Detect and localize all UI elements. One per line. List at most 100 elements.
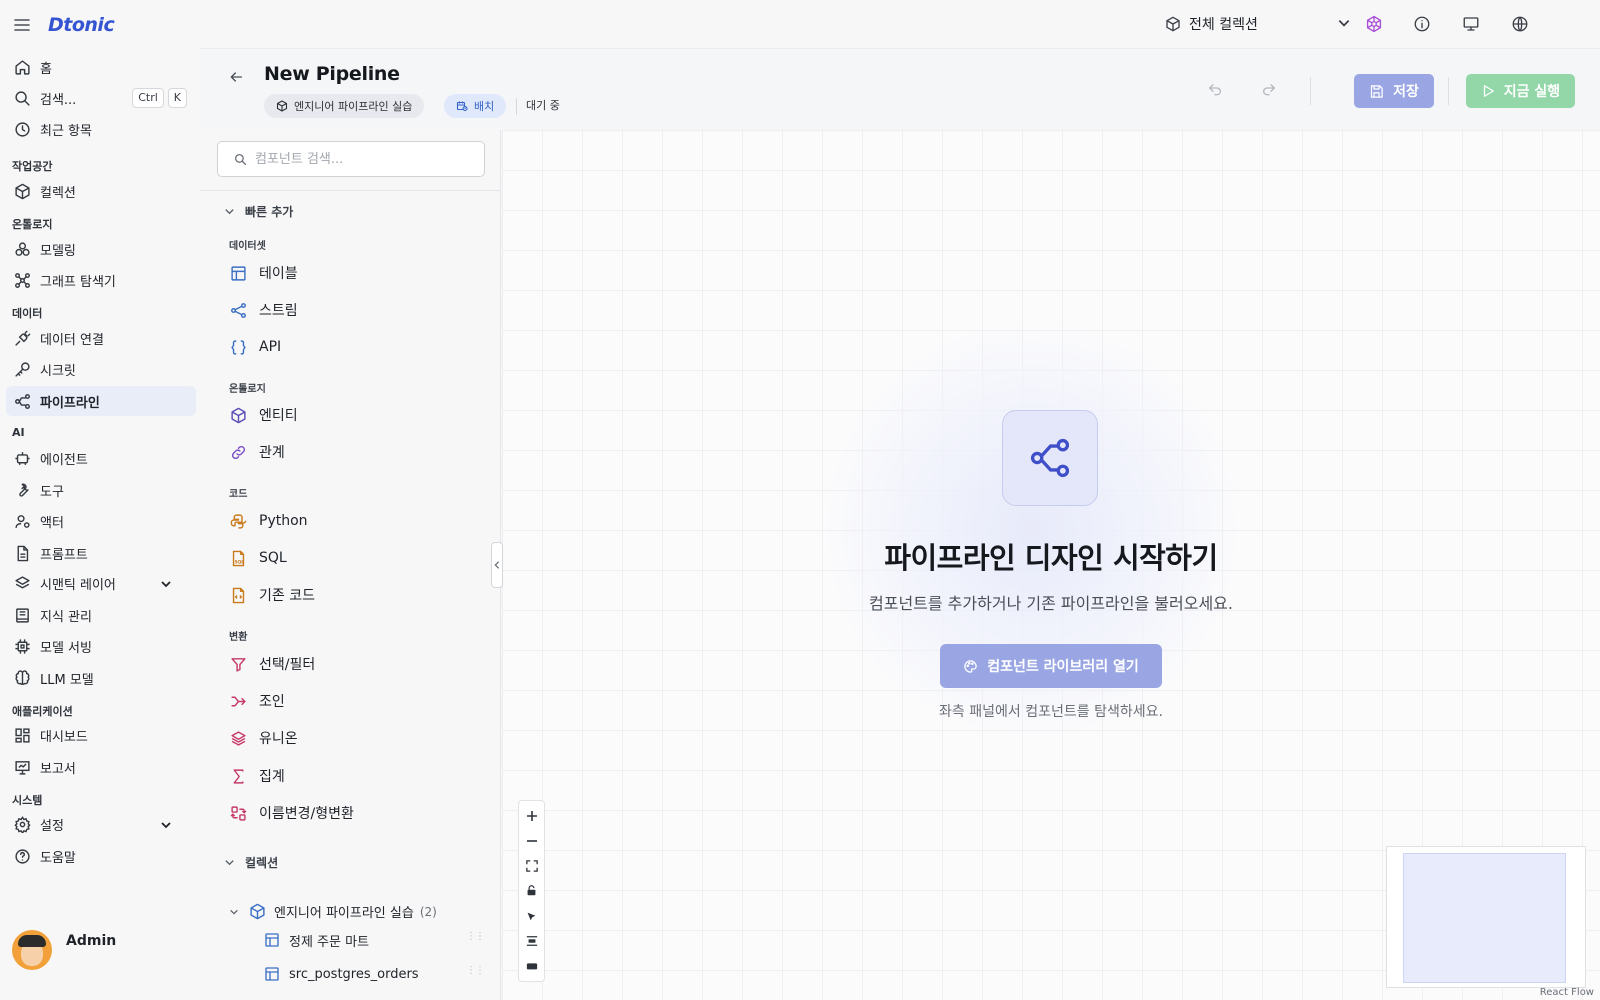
sidebar-item-label: 컬렉션 [40,185,76,201]
sidebar-item-home[interactable]: 홈 [6,52,196,82]
sidebar-item-label: 보고서 [40,761,76,777]
component-label: 유니온 [259,731,298,747]
component-sql[interactable]: SQL SQL [229,544,287,572]
redo-icon[interactable] [1260,81,1278,99]
minimap[interactable] [1386,846,1586,988]
brand: Dtonic [14,14,115,36]
component-rename-cast[interactable]: 이름변경/형변환 [229,799,354,827]
lock-icon[interactable] [524,883,540,899]
sidebar-item-actors[interactable]: 액터 [6,506,196,536]
component-select-filter[interactable]: 선택/필터 [229,650,315,678]
quick-add-toggle[interactable]: 빠른 추가 [224,203,293,220]
sidebar-item-pipelines[interactable]: 파이프라인 [6,386,196,416]
wrench-icon [13,481,31,499]
drag-handle-icon[interactable]: ⋮⋮ [466,966,485,976]
component-aggregate[interactable]: 집계 [229,762,285,790]
sidebar-item-secrets[interactable]: 시크릿 [6,354,196,384]
info-icon[interactable] [1411,13,1433,35]
ai-assistant-icon[interactable] [1363,13,1385,35]
graph-icon [13,271,31,289]
save-button[interactable]: 저장 [1354,74,1434,108]
component-api[interactable]: API [229,333,281,361]
react-flow-attribution[interactable]: React Flow [1540,987,1594,998]
sidebar-item-dashboards[interactable]: 대시보드 [6,720,196,750]
dataset-name: src_postgres_orders [289,966,419,982]
undo-icon[interactable] [1206,81,1224,99]
zoom-in-icon[interactable] [524,808,540,824]
layers-icon [13,574,31,592]
python-icon [229,512,247,530]
collections-toggle[interactable]: 컬렉션 [224,854,278,871]
collection-dataset-item[interactable]: 정제 주문 마트 ⋮⋮ [264,926,485,954]
section-applications: 애플리케이션 [12,705,73,718]
shortcut-hint: Ctrl K [132,88,187,108]
user-profile[interactable]: Admin [12,930,116,970]
layers-icon [229,729,247,747]
sidebar-item-recent[interactable]: 최근 항목 [6,114,196,144]
sidebar-item-label: 검색... [40,92,77,108]
component-python[interactable]: Python [229,507,308,535]
category-code: 코드 [229,489,248,500]
arrow-left-icon[interactable] [226,67,246,87]
sidebar-item-semantic-layer[interactable]: 시맨틱 레이어 [6,568,196,598]
align-icon[interactable] [524,933,540,949]
component-table[interactable]: 테이블 [229,259,298,287]
mode-chip[interactable]: 배치 [444,94,507,118]
component-search-input[interactable] [255,151,475,167]
cube-icon [229,406,247,424]
collection-chip[interactable]: 엔지니어 파이프라인 실습 [264,94,425,118]
sidebar-item-settings[interactable]: 설정 [6,809,196,839]
sidebar-item-label: 설정 [40,818,64,834]
pointer-icon[interactable] [524,908,540,924]
component-join[interactable]: 조인 [229,687,285,715]
avatar[interactable] [12,930,52,970]
component-existing-code[interactable]: 기존 코드 [229,581,315,609]
chevron-down-icon[interactable] [157,816,175,834]
sidebar-item-collections[interactable]: 컬렉션 [6,176,196,206]
sidebar-item-prompts[interactable]: 프롬프트 [6,538,196,568]
chevron-down-icon[interactable] [1337,16,1351,30]
collection-dataset-item[interactable]: src_postgres_orders ⋮⋮ [264,960,485,988]
collection-tree-item[interactable]: 엔지니어 파이프라인 실습 (2) [229,902,437,921]
open-library-button-label: 컴포넌트 라이브러리 열기 [987,659,1139,675]
component-label: 조인 [259,694,285,710]
chevron-down-icon [224,857,235,868]
drag-handle-icon[interactable]: ⋮⋮ [466,932,485,942]
sidebar-item-graph-explorer[interactable]: 그래프 탐색기 [6,265,196,295]
component-panel: 빠른 추가 데이터셋 테이블 스트림 API 온톨로지 엔티티 관계 코드 Py… [200,130,501,1000]
collection-select[interactable]: 전체 컬렉션 [1165,12,1350,36]
dashboard-icon [13,726,31,744]
sidebar-item-tools[interactable]: 도구 [6,475,196,505]
sidebar-item-label: 모델링 [40,243,76,259]
sidebar-item-agents[interactable]: 에이전트 [6,443,196,473]
dtonic-logo[interactable]: Dtonic [48,14,115,36]
sidebar-item-model-serving[interactable]: 모델 서빙 [6,631,196,661]
fit-view-icon[interactable] [524,858,540,874]
component-search[interactable] [217,141,485,177]
chevron-down-icon[interactable] [157,575,175,593]
component-stream[interactable]: 스트림 [229,296,298,324]
component-relation[interactable]: 관계 [229,438,285,466]
menu-icon[interactable] [14,18,30,32]
zoom-out-icon[interactable] [524,833,540,849]
sidebar-item-modeling[interactable]: 모델링 [6,234,196,264]
component-union[interactable]: 유니온 [229,724,298,752]
pipeline-canvas[interactable]: 파이프라인 디자인 시작하기 컴포넌트를 추가하거나 기존 파이프라인을 불러오… [502,130,1600,1000]
pipeline-status: 대기 중 [516,98,560,115]
sidebar-item-reports[interactable]: 보고서 [6,752,196,782]
sidebar-item-label: 액터 [40,515,64,531]
sidebar-item-llm-models[interactable]: LLM 모델 [6,663,196,693]
component-entity[interactable]: 엔티티 [229,401,298,429]
keyboard-icon[interactable] [524,958,540,974]
globe-icon[interactable] [1509,13,1531,35]
sidebar-item-search[interactable]: 검색... Ctrl K [6,83,196,113]
panel-collapse-handle[interactable] [491,542,503,588]
sidebar-item-help[interactable]: 도움말 [6,841,196,871]
section-data: 데이터 [12,307,43,320]
sidebar-item-label: 홈 [40,61,52,77]
open-library-button[interactable]: 컴포넌트 라이브러리 열기 [940,644,1162,688]
sidebar-item-knowledge[interactable]: 지식 관리 [6,600,196,630]
sidebar-item-data-connections[interactable]: 데이터 연결 [6,323,196,353]
monitor-icon[interactable] [1460,13,1482,35]
run-now-button[interactable]: 지금 실행 [1466,74,1575,108]
